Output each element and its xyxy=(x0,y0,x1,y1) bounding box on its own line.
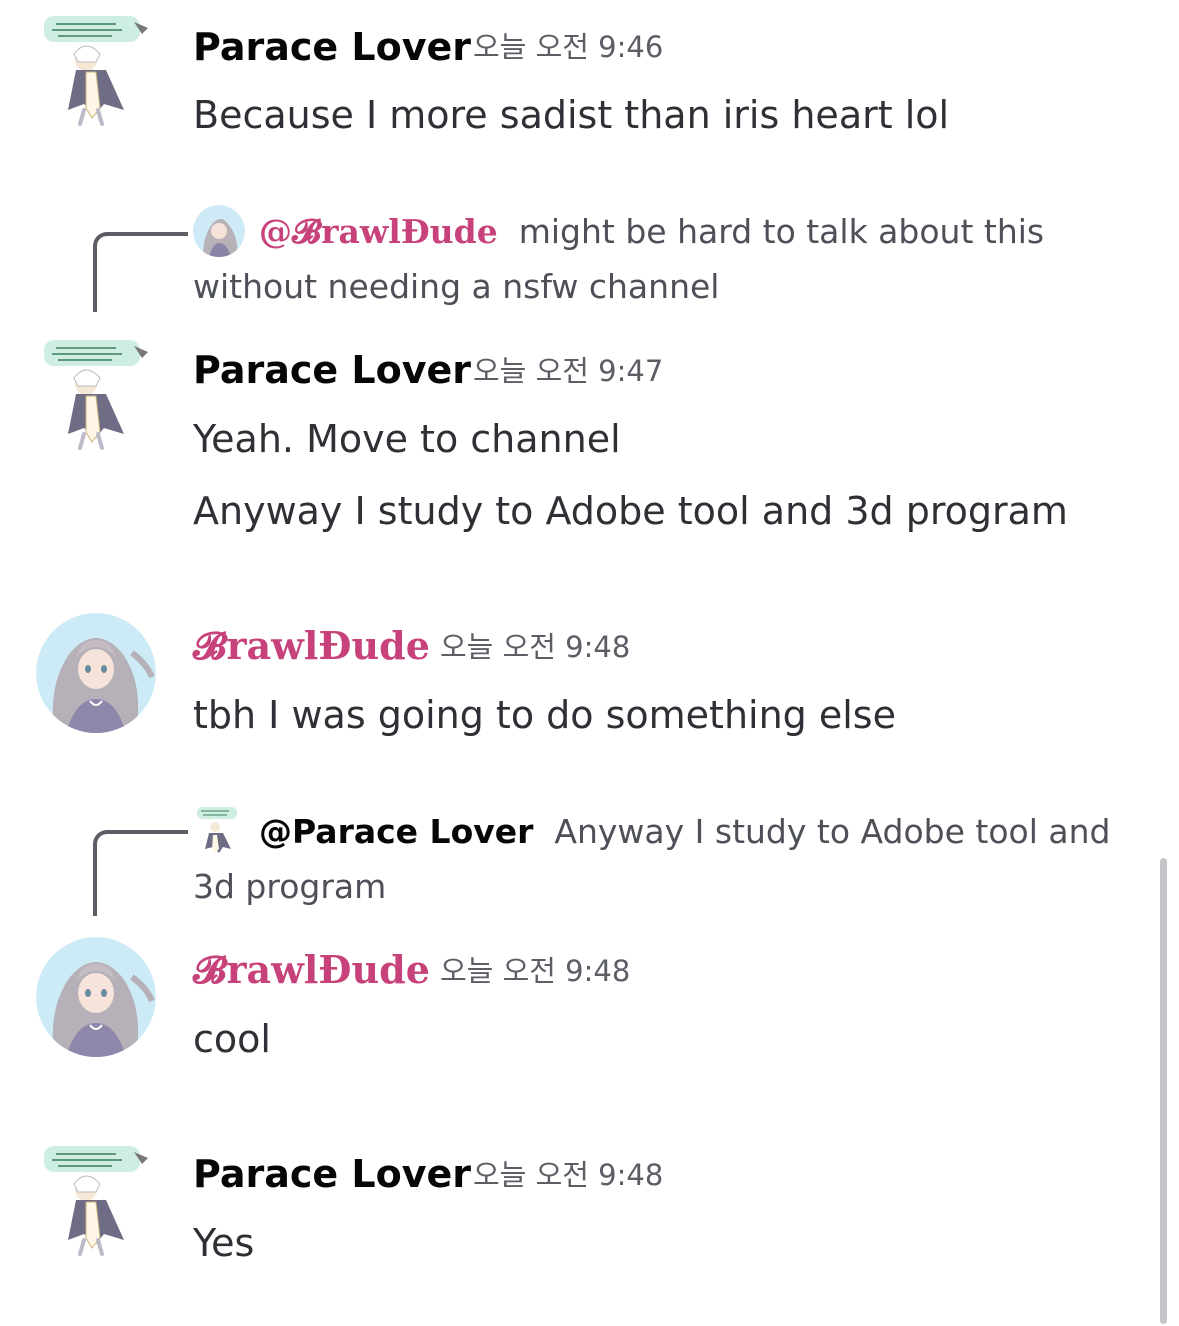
reply-preview[interactable]: @Parace Lover Anyway I study to Adobe to… xyxy=(193,804,1143,914)
author-name[interactable]: Parace Lover xyxy=(193,28,471,66)
reply-connector xyxy=(93,232,188,312)
author-name[interactable]: 𝓑rawlĐude xyxy=(193,951,430,989)
reply-connector xyxy=(93,830,188,916)
message-text: Yeah. Move to channel xyxy=(193,417,621,461)
author-name[interactable]: 𝓑rawlĐude xyxy=(193,627,430,665)
message-text: tbh I was going to do something else xyxy=(193,693,896,737)
author-name[interactable]: Parace Lover xyxy=(193,1155,471,1193)
timestamp: 오늘 오전 9:48 xyxy=(440,954,631,988)
brawl-dude-avatar[interactable] xyxy=(36,937,156,1057)
timestamp: 오늘 오전 9:48 xyxy=(440,630,631,664)
reply-preview[interactable]: @𝓑rawlĐude might be hard to talk about t… xyxy=(193,204,1143,314)
timestamp: 오늘 오전 9:46 xyxy=(473,30,664,64)
message-text: Yes xyxy=(193,1221,255,1265)
brawl-dude-avatar[interactable] xyxy=(36,613,156,733)
message-text: cool xyxy=(193,1017,271,1061)
timestamp: 오늘 오전 9:48 xyxy=(473,1158,664,1192)
message-text: Because I more sadist than iris heart lo… xyxy=(193,93,950,137)
parace-lover-avatar[interactable] xyxy=(36,334,156,454)
reply-mention[interactable]: @𝓑rawlĐude xyxy=(259,212,498,251)
scrollbar[interactable] xyxy=(1160,858,1167,1324)
message-text: Anyway I study to Adobe tool and 3d prog… xyxy=(193,489,1068,533)
parace-lover-avatar[interactable] xyxy=(36,1140,156,1260)
parace-lover-avatar[interactable] xyxy=(36,10,156,130)
timestamp: 오늘 오전 9:47 xyxy=(473,354,664,388)
reply-mention[interactable]: @Parace Lover xyxy=(259,812,533,851)
chat-log[interactable]: Parace Lover 오늘 오전 9:46 Because I more s… xyxy=(0,0,1179,1326)
author-name[interactable]: Parace Lover xyxy=(193,351,471,389)
